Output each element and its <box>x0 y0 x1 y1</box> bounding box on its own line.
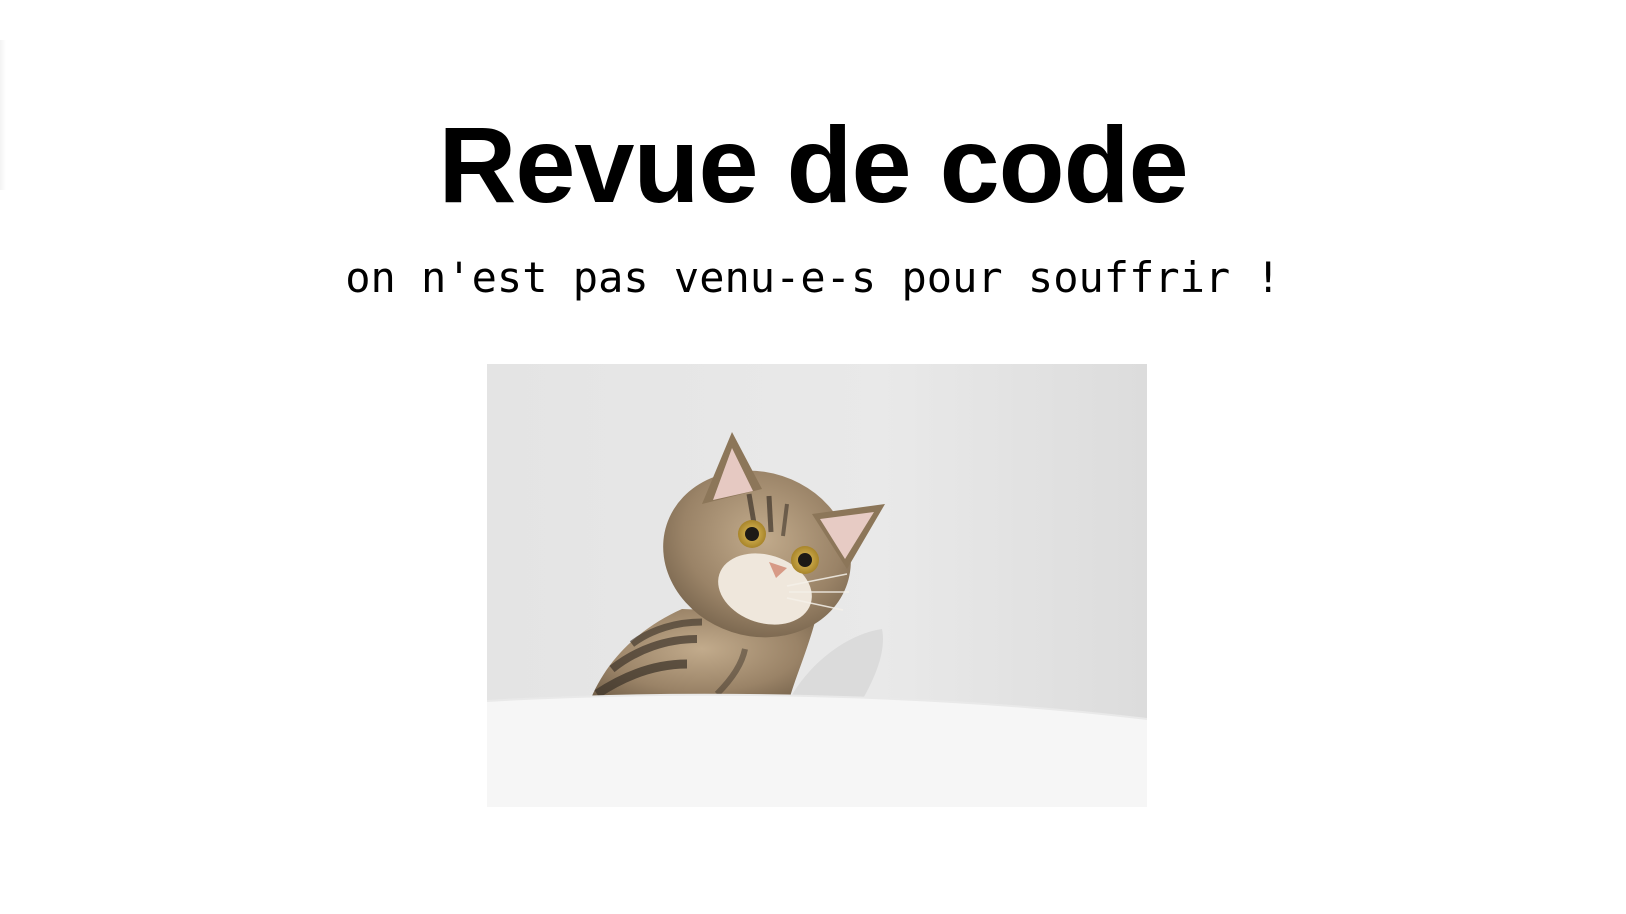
cat-illustration <box>487 364 1147 807</box>
forehead-stripe <box>766 495 774 533</box>
slide-title: Revue de code <box>438 104 1188 225</box>
slide-subtitle: on n'est pas venu-e-s pour souffrir ! <box>345 253 1281 302</box>
cat-photo <box>487 364 1147 807</box>
cat-pupil-left <box>745 527 759 541</box>
slide: Revue de code on n'est pas venu-e-s pour… <box>0 0 1626 914</box>
cat-pupil-right <box>798 553 812 567</box>
photo-table <box>487 694 1147 807</box>
